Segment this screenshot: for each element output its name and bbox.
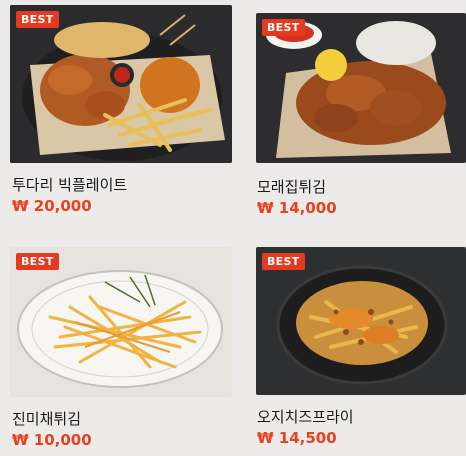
menu-name: 투다리 빅플레이트 xyxy=(12,176,128,194)
menu-photo[interactable]: BEST xyxy=(10,247,232,397)
menu-card-cheese-fries[interactable]: BEST 오지치즈프라이 ₩ 14,500 xyxy=(250,240,466,456)
menu-name: 오지치즈프라이 xyxy=(257,408,354,426)
menu-card-gizzard[interactable]: BEST 모래집튀김 ₩ 14,000 xyxy=(250,0,466,228)
best-badge: BEST xyxy=(262,19,305,36)
menu-price: ₩ 10,000 xyxy=(12,431,92,449)
menu-photo[interactable]: BEST xyxy=(256,13,466,163)
menu-name: 진미채튀김 xyxy=(12,410,82,428)
menu-card-big-plate[interactable]: BEST 투다리 빅플레이트 ₩ 20,000 xyxy=(0,0,233,228)
best-badge: BEST xyxy=(262,253,305,270)
best-badge: BEST xyxy=(16,11,59,28)
menu-price: ₩ 14,500 xyxy=(257,429,337,447)
menu-name: 모래집튀김 xyxy=(257,178,327,196)
menu-photo[interactable]: BEST xyxy=(10,5,232,163)
menu-photo[interactable]: BEST xyxy=(256,247,466,395)
menu-card-squid[interactable]: BEST 진미채튀김 ₩ 10,000 xyxy=(0,240,233,456)
menu-price: ₩ 14,000 xyxy=(257,199,337,217)
menu-price: ₩ 20,000 xyxy=(12,197,92,215)
best-badge: BEST xyxy=(16,253,59,270)
